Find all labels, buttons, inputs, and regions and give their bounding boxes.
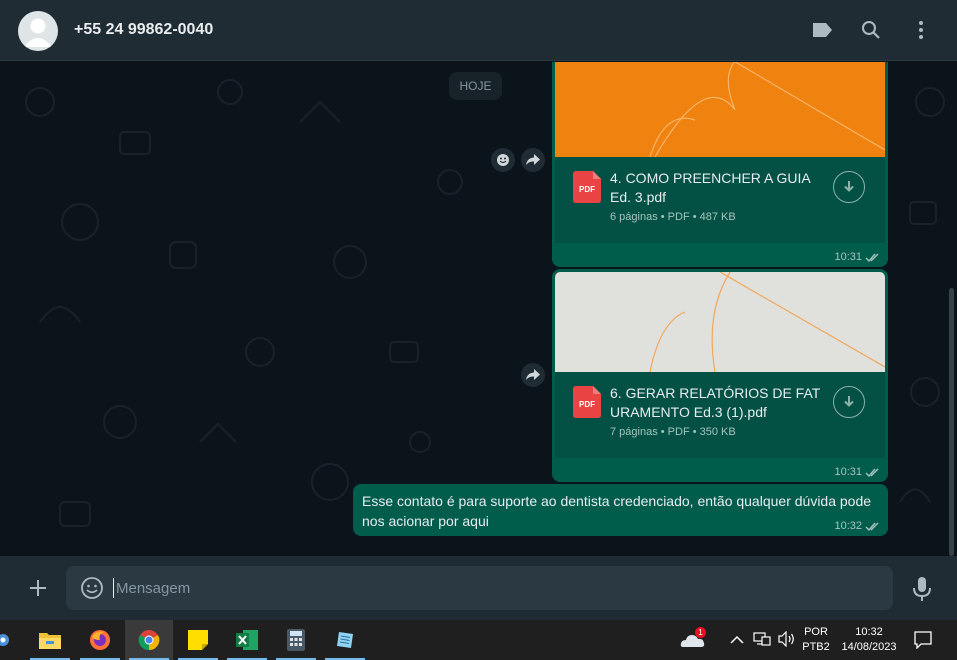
double-check-icon bbox=[865, 522, 879, 532]
pdf-file-icon: PDF bbox=[573, 386, 601, 418]
clock[interactable]: 10:32 14/08/2023 bbox=[836, 625, 902, 655]
file-info-row[interactable]: PDF 6. GERAR RELATÓRIOS DE FATURAMENTO E… bbox=[555, 372, 885, 458]
voice-message-button[interactable] bbox=[910, 576, 934, 602]
contact-avatar[interactable] bbox=[18, 11, 58, 51]
forward-button[interactable] bbox=[521, 148, 545, 172]
file-info-row[interactable]: PDF 4. COMO PREENCHER A GUIA Ed. 3.pdf 6… bbox=[555, 157, 885, 243]
excel-icon[interactable] bbox=[223, 620, 271, 660]
language-indicator[interactable]: POR PTB2 bbox=[798, 625, 834, 655]
conversation-panel[interactable]: HOJE PDF 4. COMO PREENCHER A GUIA Ed. 3.… bbox=[0, 62, 957, 556]
chat-scrollbar[interactable] bbox=[949, 288, 954, 556]
attach-button[interactable] bbox=[26, 576, 50, 600]
network-icon[interactable] bbox=[753, 631, 771, 652]
notepad-icon[interactable] bbox=[321, 620, 369, 660]
double-check-icon bbox=[865, 468, 879, 478]
file-explorer-icon[interactable] bbox=[26, 620, 74, 660]
emoji-button[interactable] bbox=[80, 576, 104, 600]
tray-chevron-up-icon[interactable] bbox=[730, 632, 744, 650]
file-preview-thumbnail[interactable] bbox=[555, 272, 885, 372]
message-composer bbox=[0, 556, 957, 620]
emoji-icon bbox=[81, 577, 103, 599]
message-time: 10:32 bbox=[834, 520, 862, 532]
file-name: 4. COMO PREENCHER A GUIA Ed. 3.pdf bbox=[610, 170, 810, 205]
download-icon bbox=[844, 396, 854, 407]
text-message[interactable]: Esse contato é para suporte ao dentista … bbox=[353, 484, 888, 536]
notifications-icon[interactable] bbox=[914, 631, 932, 654]
download-button[interactable] bbox=[833, 171, 865, 203]
calculator-icon[interactable] bbox=[272, 620, 320, 660]
double-check-icon bbox=[865, 253, 879, 263]
file-message[interactable]: PDF 4. COMO PREENCHER A GUIA Ed. 3.pdf 6… bbox=[552, 62, 888, 267]
download-icon bbox=[844, 181, 854, 192]
volume-icon[interactable] bbox=[778, 630, 796, 652]
message-time: 10:31 bbox=[834, 466, 862, 478]
file-meta: 7 páginas • PDF • 350 KB bbox=[610, 426, 736, 438]
file-message[interactable]: PDF 6. GERAR RELATÓRIOS DE FATURAMENTO E… bbox=[552, 269, 888, 482]
forward-button[interactable] bbox=[521, 363, 545, 387]
onedrive-icon[interactable]: 1 bbox=[680, 627, 708, 652]
plus-icon bbox=[30, 580, 46, 596]
text-caret bbox=[113, 578, 114, 598]
start-icon[interactable] bbox=[0, 620, 16, 660]
date-chip: HOJE bbox=[449, 72, 502, 100]
contact-name[interactable]: +55 24 99862-0040 bbox=[74, 21, 213, 39]
label-icon[interactable] bbox=[810, 18, 834, 42]
message-time: 10:31 bbox=[834, 251, 862, 263]
microphone-icon bbox=[913, 577, 931, 601]
pdf-file-icon: PDF bbox=[573, 171, 601, 203]
sticky-notes-icon[interactable] bbox=[174, 620, 222, 660]
notification-badge: 1 bbox=[695, 627, 706, 638]
message-text: Esse contato é para suporte ao dentista … bbox=[362, 493, 872, 529]
react-emoji-button[interactable] bbox=[491, 148, 515, 172]
windows-taskbar: 1 POR PTB2 10:32 14/08/2023 bbox=[0, 620, 957, 660]
chrome-icon[interactable] bbox=[125, 620, 173, 660]
chat-header: +55 24 99862-0040 bbox=[0, 0, 957, 61]
file-name: 6. GERAR RELATÓRIOS DE FATURAMENTO Ed.3 … bbox=[610, 385, 821, 420]
file-preview-thumbnail[interactable] bbox=[555, 62, 885, 157]
message-input-box[interactable] bbox=[66, 566, 893, 610]
message-input[interactable] bbox=[112, 566, 872, 610]
firefox-icon[interactable] bbox=[76, 620, 124, 660]
svg-text:PDF: PDF bbox=[579, 185, 595, 194]
search-icon[interactable] bbox=[859, 18, 883, 42]
file-meta: 6 páginas • PDF • 487 KB bbox=[610, 211, 736, 223]
svg-text:PDF: PDF bbox=[579, 400, 595, 409]
download-button[interactable] bbox=[833, 386, 865, 418]
more-vert-icon[interactable] bbox=[909, 18, 933, 42]
